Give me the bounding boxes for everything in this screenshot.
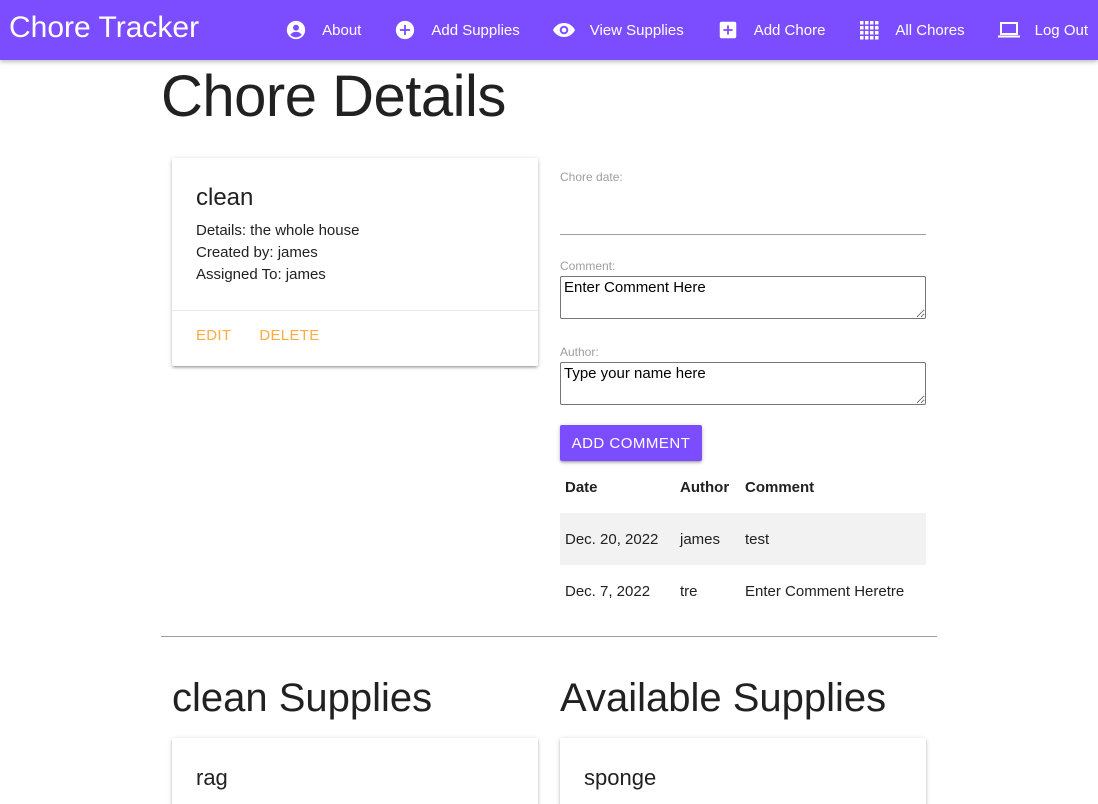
chore-card: clean Details: the whole house Created b… [172, 158, 538, 366]
table-header-row: Date Author Comment [560, 461, 926, 513]
nav-about-label: About [322, 21, 362, 39]
nav-view-supplies[interactable]: View Supplies [530, 0, 694, 60]
cell-comment: Enter Comment Heretre [745, 582, 905, 600]
page-title: Chore Details [161, 64, 506, 129]
cell-date: Dec. 20, 2022 [565, 530, 659, 548]
nav-all-chores[interactable]: All Chores [835, 0, 974, 60]
chore-supply-card[interactable]: rag [172, 738, 538, 804]
comments-table: Date Author Comment Dec. 20, 2022 james … [560, 461, 926, 617]
nav-view-supplies-label: View Supplies [589, 21, 684, 39]
cell-comment: test [745, 530, 770, 548]
chore-name: clean [196, 184, 254, 211]
account-circle-icon [284, 18, 308, 42]
nav-add-chore[interactable]: Add Chore [694, 0, 836, 60]
chore-supplies-title: clean Supplies [172, 676, 433, 720]
author-textarea[interactable]: Type your name here [560, 362, 926, 405]
author-label: Author: [560, 345, 599, 359]
supply-name: rag [196, 765, 228, 790]
available-supplies-title: Available Supplies [560, 676, 887, 720]
chore-card-actions: Edit Delete [172, 311, 538, 360]
chore-created-by: Created by: james [196, 244, 318, 261]
comment-field-group: Comment: Enter Comment Here [560, 259, 926, 319]
laptop-icon [997, 18, 1021, 42]
available-supply-card[interactable]: sponge [560, 738, 926, 804]
nav-log-out-label: Log Out [1034, 21, 1088, 39]
eye-icon [552, 18, 576, 42]
cell-author: james [680, 530, 721, 548]
supply-name: sponge [584, 765, 657, 790]
add-circle-icon [393, 18, 417, 42]
comment-textarea[interactable]: Enter Comment Here [560, 276, 926, 319]
column-header-comment: Comment [745, 478, 815, 496]
chore-date-input[interactable] [560, 190, 926, 235]
comment-form: Chore date: Comment: Enter Comment Here … [560, 170, 926, 461]
table-row: Dec. 7, 2022 tre Enter Comment Heretre [560, 565, 926, 617]
nav-log-out[interactable]: Log Out [975, 0, 1098, 60]
delete-button[interactable]: Delete [259, 327, 319, 344]
nav-add-chore-label: Add Chore [753, 21, 826, 39]
nav-add-supplies[interactable]: Add Supplies [371, 0, 529, 60]
nav-items: About Add Supplies View Supplies Add Cho… [262, 0, 1098, 60]
nav-add-supplies-label: Add Supplies [431, 21, 520, 39]
nav-all-chores-label: All Chores [895, 21, 965, 39]
chore-date-label: Chore date: [560, 170, 623, 184]
cell-author: tre [680, 582, 698, 600]
author-field-group: Author: Type your name here [560, 345, 926, 405]
comment-label: Comment: [560, 259, 616, 273]
navbar: Chore Tracker About Add Supplies View Su… [0, 0, 1098, 60]
column-header-date: Date [565, 478, 598, 496]
column-header-author: Author [680, 478, 730, 496]
nav-about[interactable]: About [262, 0, 371, 60]
edit-button[interactable]: Edit [196, 327, 231, 344]
grid-icon [857, 18, 881, 42]
table-row: Dec. 20, 2022 james test [560, 513, 926, 565]
chore-assigned-to: Assigned To: james [196, 266, 326, 283]
chore-details: Details: the whole house [196, 222, 360, 239]
add-comment-button[interactable]: Add Comment [560, 425, 702, 461]
brand-logo[interactable]: Chore Tracker [9, 10, 199, 46]
section-divider [161, 636, 937, 637]
add-box-icon [716, 18, 740, 42]
chore-card-content: clean Details: the whole house Created b… [172, 158, 538, 311]
cell-date: Dec. 7, 2022 [565, 582, 651, 600]
